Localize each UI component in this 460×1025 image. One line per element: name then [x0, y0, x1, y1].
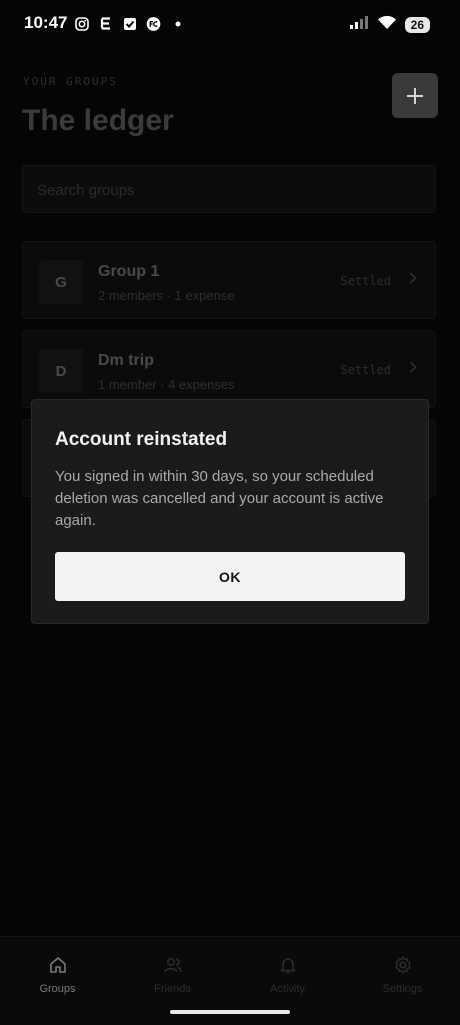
tab-friends[interactable]: Friends: [115, 955, 230, 995]
checkbox-app-icon: [122, 16, 137, 31]
ok-button[interactable]: OK: [55, 552, 405, 601]
add-group-button[interactable]: [392, 73, 438, 118]
tab-label: Settings: [382, 983, 423, 995]
home-indicator[interactable]: [170, 1010, 290, 1014]
group-avatar: G: [39, 260, 83, 304]
bell-icon: [280, 958, 295, 974]
account-reinstated-dialog: Account reinstated You signed in within …: [31, 399, 429, 624]
search-placeholder: Search groups: [37, 182, 135, 199]
wifi-icon: [377, 15, 397, 35]
status-bar: 10:47 26: [0, 0, 460, 50]
signal-icon: [349, 15, 369, 35]
tab-activity[interactable]: Activity: [230, 955, 345, 995]
section-eyebrow: YOUR GROUPS: [23, 75, 118, 88]
group-status: Settled: [340, 274, 391, 288]
tab-groups[interactable]: Groups: [0, 955, 115, 995]
chevron-right-icon: [409, 271, 417, 290]
page-title: The ledger: [22, 104, 174, 137]
group-card-dm-trip[interactable]: D Dm trip 1 member · 4 expenses Settled: [22, 330, 436, 408]
tab-settings[interactable]: Settings: [345, 955, 460, 995]
tab-label: Groups: [39, 983, 76, 995]
dialog-title: Account reinstated: [55, 429, 228, 450]
battery-icon: 26: [404, 17, 430, 33]
group-name: Group 1: [98, 263, 160, 280]
fc-app-icon: [146, 16, 161, 31]
group-card-group-1[interactable]: G Group 1 2 members · 1 expense Settled: [22, 241, 436, 319]
tab-label: Activity: [270, 983, 305, 995]
group-status: Settled: [340, 363, 391, 377]
search-input[interactable]: Search groups: [22, 165, 436, 213]
group-meta: 1 member · 4 expenses: [98, 377, 235, 392]
users-icon: [163, 958, 182, 973]
dialog-message: You signed in within 30 days, so your sc…: [55, 468, 384, 529]
gear-icon: [394, 956, 411, 974]
notification-dot-icon: [170, 16, 185, 31]
plus-icon: [407, 87, 423, 104]
tab-label: Friends: [154, 983, 191, 995]
e-app-icon: [98, 16, 113, 31]
group-avatar: D: [39, 349, 83, 393]
instagram-icon: [74, 16, 89, 31]
status-time: 10:47: [24, 13, 68, 32]
status-notification-icons: [74, 16, 185, 31]
chevron-right-icon: [409, 360, 417, 379]
home-icon: [49, 957, 66, 973]
group-meta: 2 members · 1 expense: [98, 288, 235, 303]
status-system-icons: 26: [349, 15, 430, 35]
group-name: Dm trip: [98, 352, 154, 369]
